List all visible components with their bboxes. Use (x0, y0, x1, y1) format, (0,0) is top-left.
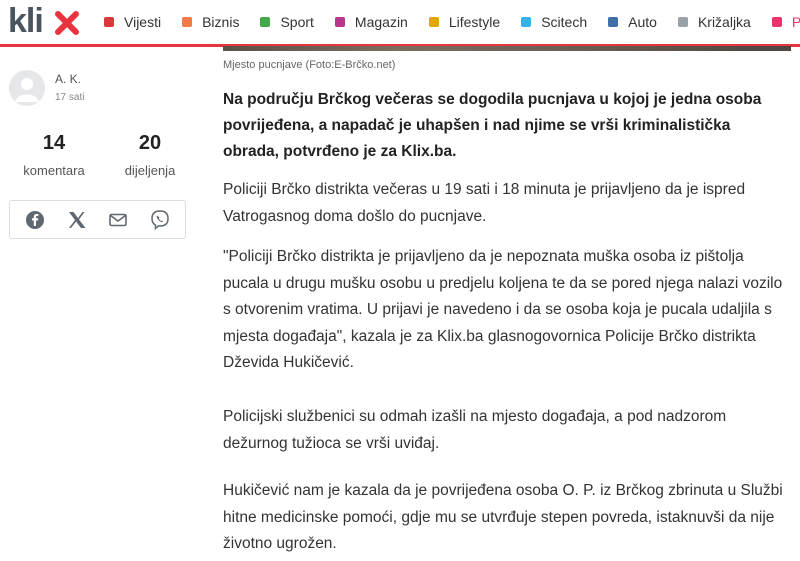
nav-label: Posao (791, 14, 800, 30)
shares-count: 20 (138, 132, 162, 154)
top-navigation: kli klix Vijesti Biznis Sport Magazin Li… (0, 0, 800, 47)
nav-item-sport[interactable]: Sport (260, 14, 314, 30)
category-square-icon (334, 17, 345, 27)
share-x-button[interactable] (64, 207, 90, 233)
nav-label: Sport (280, 14, 314, 30)
share-viber-button[interactable] (147, 207, 173, 233)
article-photo[interactable] (223, 46, 791, 51)
category-square-icon (260, 17, 271, 27)
nav-item-auto[interactable]: Auto (608, 14, 657, 30)
nav-label: Biznis (202, 14, 240, 30)
svg-text:kli: kli (8, 4, 43, 38)
nav-item-lifestyle[interactable]: Lifestyle (428, 14, 501, 30)
comments-label: komentara (23, 163, 85, 178)
nav-label: Scitech (541, 14, 588, 30)
article-lead: Na području Brčkog večeras se dogodila p… (223, 91, 762, 160)
category-nav: Vijesti Biznis Sport Magazin Lifestyle S… (104, 12, 800, 32)
klix-logo[interactable]: kli (8, 4, 80, 38)
article-paragraph: Policiji Brčko distrikta večeras u 19 sa… (223, 181, 746, 225)
user-icon (15, 78, 39, 102)
comments-stat[interactable]: 14 komentara (14, 132, 94, 178)
share-bar (9, 200, 186, 239)
x-icon (68, 211, 86, 228)
article-stats: 14 komentara 20 dijeljenja (14, 132, 190, 178)
mail-icon (109, 213, 128, 226)
nav-label: Magazin (354, 14, 408, 30)
viber-icon (151, 209, 169, 230)
category-square-icon (428, 17, 439, 27)
article-paragraph: "Policiji Brčko distrikta je prijavljeno… (223, 248, 783, 371)
author-name[interactable]: A. K. (55, 72, 84, 86)
article-paragraph: Hukičević nam je kazala da je povrijeđen… (223, 482, 783, 552)
nav-label: Vijesti (124, 14, 162, 30)
category-square-icon (521, 17, 532, 27)
nav-item-biznis[interactable]: Biznis (182, 14, 239, 30)
share-facebook-button[interactable] (22, 207, 48, 233)
category-square-icon (182, 17, 193, 27)
nav-item-posao[interactable]: Posao (771, 14, 800, 30)
comments-count: 14 (42, 132, 66, 154)
nav-item-krizaljka[interactable]: Križaljka (677, 14, 751, 30)
facebook-icon (25, 210, 44, 229)
category-square-icon (104, 17, 114, 27)
nav-label: Lifestyle (448, 14, 501, 30)
nav-item-magazin[interactable]: Magazin (334, 14, 408, 30)
category-square-icon (771, 17, 782, 27)
category-square-icon (677, 17, 688, 27)
shares-label: dijeljenja (124, 163, 176, 178)
nav-label: Križaljka (697, 14, 751, 30)
share-mail-button[interactable] (105, 207, 131, 233)
nav-item-scitech[interactable]: Scitech (521, 14, 587, 30)
avatar[interactable] (9, 70, 45, 106)
nav-label: Auto (628, 14, 657, 30)
article-paragraph: Policijski službenici su odmah izašli na… (223, 408, 727, 452)
category-square-icon (608, 17, 619, 27)
nav-item-vijesti[interactable]: Vijesti (104, 14, 161, 30)
photo-caption: Mjesto pucnjave (Foto:E-Brčko.net) (223, 59, 396, 71)
shares-stat: 20 dijeljenja (110, 132, 190, 178)
publish-time: 17 sati (55, 92, 85, 103)
author-block: A. K. 17 sati (9, 70, 84, 106)
